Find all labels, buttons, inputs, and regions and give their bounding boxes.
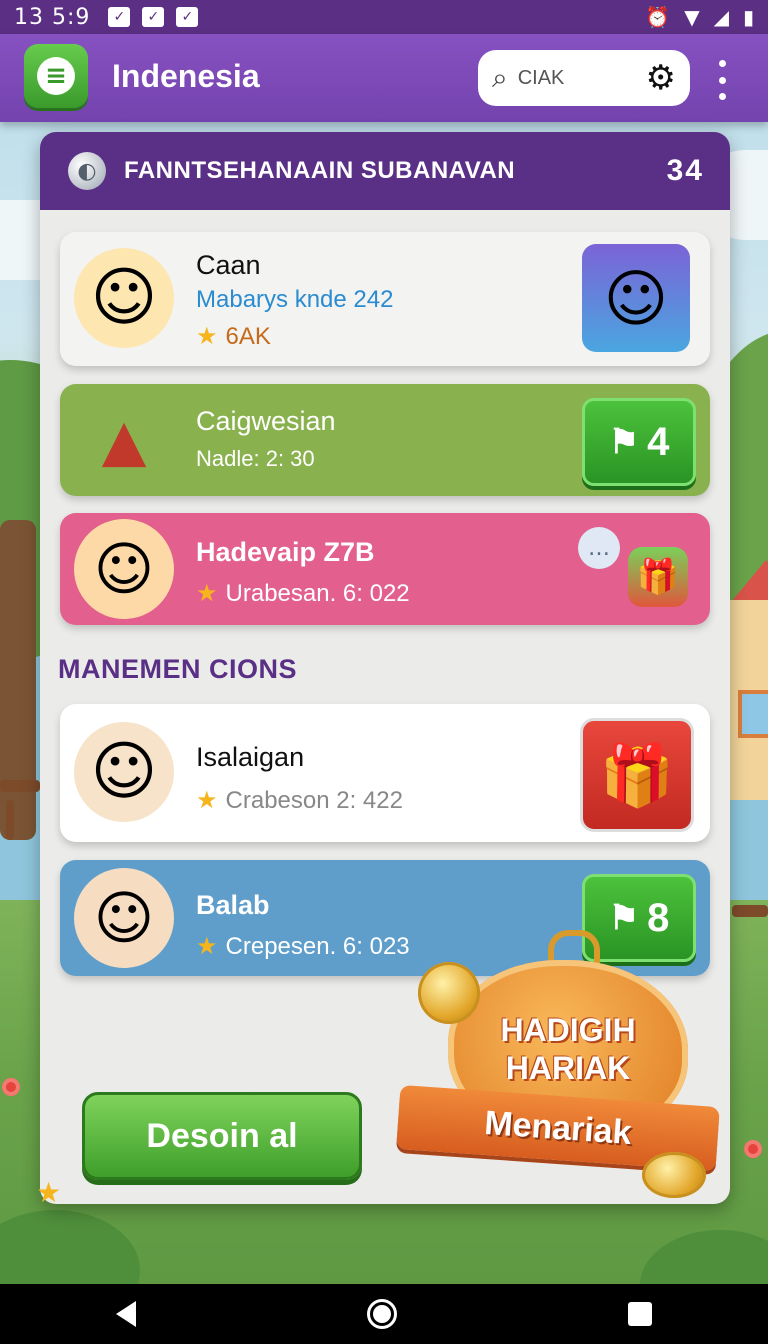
list-item[interactable]: ☺ Hadevaip Z7B ★ Urabesan. 6: 022 … 🎁 bbox=[60, 513, 710, 625]
daily-reward-badge[interactable]: HADIGIH HARIAK Menariak bbox=[396, 930, 738, 1200]
bench bbox=[732, 905, 768, 917]
reward-title-line2: HARIAK bbox=[505, 1050, 631, 1086]
chat-bubble-icon[interactable]: … bbox=[578, 527, 620, 569]
back-icon[interactable] bbox=[115, 1301, 136, 1327]
app-title: Indenesia bbox=[112, 58, 260, 94]
panel-count: 34 bbox=[666, 154, 704, 187]
flower bbox=[2, 1078, 20, 1096]
badge-count: 4 bbox=[647, 419, 670, 464]
gift-icon[interactable]: 🎁 bbox=[628, 547, 688, 607]
avatar: ☺ bbox=[74, 519, 174, 619]
item-name: Balab bbox=[196, 890, 270, 920]
status-time: 13 5:9 bbox=[14, 4, 91, 30]
notification-check-icon: ✓ bbox=[142, 7, 165, 27]
item-subtitle-text: Crepesen. 6: 023 bbox=[225, 933, 410, 960]
item-subtitle-text: Crabeson 2: 422 bbox=[225, 787, 403, 814]
item-subtitle-text: Urabesan. 6: 022 bbox=[225, 580, 410, 607]
truck-icon: ▲ bbox=[101, 406, 147, 474]
item-subtitle: ★ Crabeson 2: 422 bbox=[196, 786, 403, 815]
count-badge[interactable]: ⚑ 4 bbox=[582, 398, 696, 486]
search-input[interactable]: ⌕ CIAK ⚙ bbox=[478, 50, 690, 106]
primary-action-button[interactable]: Desoin al bbox=[82, 1092, 362, 1180]
panel-header: ◐ FANNTSEHANAAIN SUBANAVAN 34 bbox=[40, 132, 730, 210]
item-subtitle: Nadle: 2: 30 bbox=[196, 446, 315, 471]
list-item[interactable]: ☺ Isalaigan ★ Crabeson 2: 422 🎁 bbox=[60, 704, 710, 842]
avatar: ☺ bbox=[74, 868, 174, 968]
home-icon[interactable] bbox=[366, 1299, 397, 1329]
wifi-icon: ▼ bbox=[684, 5, 700, 29]
item-name: Caigwesian bbox=[196, 406, 336, 436]
star-icon: ★ bbox=[196, 323, 218, 350]
recent-apps-icon[interactable] bbox=[628, 1302, 653, 1326]
character-thumbnail[interactable]: ☺ bbox=[582, 244, 690, 352]
house-window bbox=[738, 690, 768, 738]
list-item[interactable]: ▲ Caigwesian Nadle: 2: 30 ⚑ 4 bbox=[60, 384, 710, 496]
item-name: Hadevaip Z7B bbox=[196, 537, 375, 567]
avatar: ☺ bbox=[74, 722, 174, 822]
flag-icon: ⚑ bbox=[608, 423, 640, 461]
app-logo-icon[interactable]: ≡ bbox=[24, 44, 88, 108]
item-meta-text: 6AK bbox=[225, 323, 271, 350]
notification-check-icon: ✓ bbox=[176, 7, 199, 27]
avatar: ☺ bbox=[74, 248, 174, 348]
bench bbox=[0, 780, 40, 792]
globe-icon: ◐ bbox=[68, 152, 106, 190]
item-subtitle: ★ Crepesen. 6: 023 bbox=[196, 932, 410, 961]
item-name: Caan bbox=[196, 250, 261, 280]
status-bar: 13 5:9 ✓ ✓ ✓ ⏰ ▼ ◢ ▮ bbox=[0, 0, 768, 34]
search-text: CIAK bbox=[517, 66, 565, 89]
star-icon: ★ bbox=[196, 580, 218, 607]
gift-box-icon[interactable]: 🎁 bbox=[580, 718, 694, 832]
tree-trunk bbox=[0, 520, 36, 840]
item-name: Isalaigan bbox=[196, 742, 305, 772]
panel-title: FANNTSEHANAAIN SUBANAVAN bbox=[124, 157, 516, 184]
star-icon: ★ bbox=[36, 1176, 62, 1209]
notification-check-icon: ✓ bbox=[108, 7, 131, 27]
battery-icon: ▮ bbox=[742, 5, 754, 29]
coin-icon bbox=[642, 1152, 706, 1198]
alarm-icon: ⏰ bbox=[645, 5, 671, 29]
reward-title-line1: HADIGIH bbox=[500, 1012, 636, 1048]
navigation-bar bbox=[0, 1284, 768, 1344]
item-subtitle: ★ Urabesan. 6: 022 bbox=[196, 579, 410, 608]
search-icon[interactable]: ⌕ bbox=[492, 61, 508, 95]
status-icons: ⏰ ▼ ◢ ▮ bbox=[645, 5, 754, 29]
star-icon: ★ bbox=[196, 787, 218, 814]
more-icon[interactable] bbox=[712, 60, 732, 100]
list-item[interactable]: ☺ Caan Mabarys knde 242 ★ 6AK ☺ bbox=[60, 232, 710, 366]
star-icon: ★ bbox=[196, 933, 218, 960]
item-subtitle: Mabarys knde 242 bbox=[196, 286, 394, 313]
gear-icon[interactable]: ⚙ bbox=[646, 58, 676, 98]
item-meta: ★ 6AK bbox=[196, 322, 271, 351]
section-title: MANEMEN CIONS bbox=[58, 654, 298, 684]
bench-leg bbox=[6, 800, 14, 840]
flower bbox=[744, 1140, 762, 1158]
app-bar: ≡ Indenesia ⌕ CIAK ⚙ bbox=[0, 34, 768, 122]
signal-icon: ◢ bbox=[713, 5, 729, 29]
